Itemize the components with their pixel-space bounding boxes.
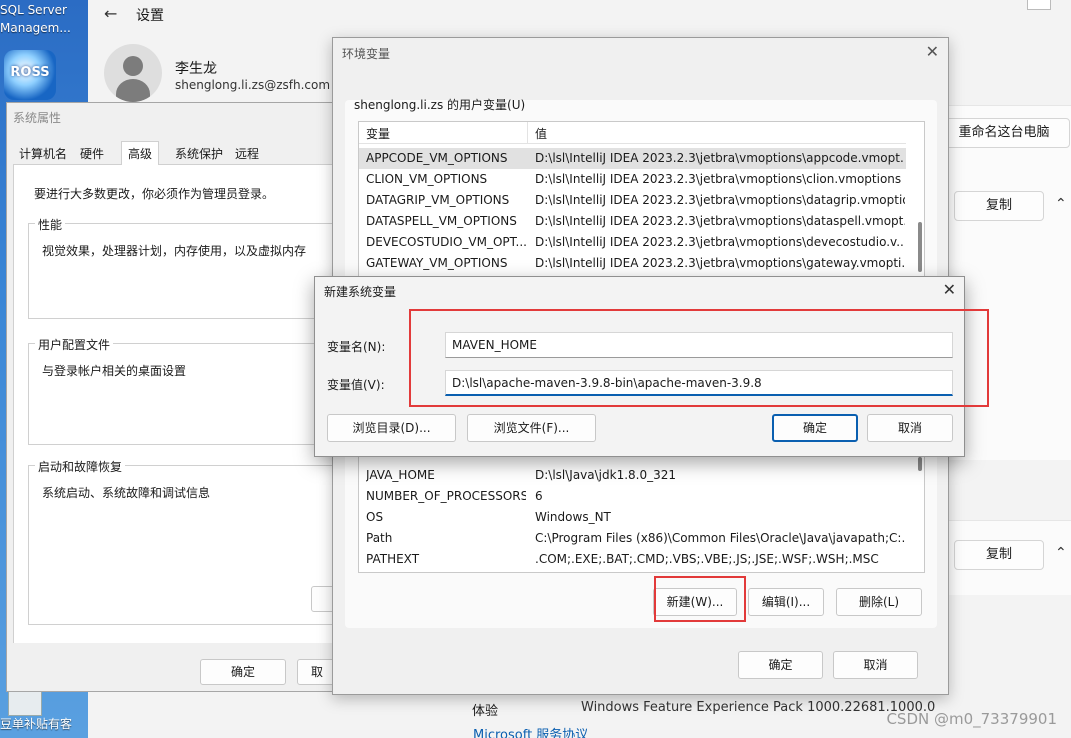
var-value: D:\lsl\Java\jdk1.8.0_321 <box>535 468 677 482</box>
ok-button[interactable]: 确定 <box>738 651 823 679</box>
var-value: D:\lsl\IntelliJ IDEA 2023.2.3\jetbra\vmo… <box>535 151 905 165</box>
group-description: 系统启动、系统故障和调试信息 <box>42 486 211 500</box>
dialog-title: 新建系统变量 <box>324 285 397 299</box>
tab-system-protection[interactable]: 系统保护 <box>175 145 223 162</box>
tab-bar: 计算机名 硬件 高级 系统保护 远程 <box>13 141 333 166</box>
user-variables-label: shenglong.li.zs 的用户变量(U) <box>354 98 526 112</box>
experience-value: Windows Feature Experience Pack 1000.226… <box>581 700 936 715</box>
var-name: Path <box>366 531 393 545</box>
user-name: 李生龙 <box>175 61 217 77</box>
group-description: 视觉效果，处理器计划，内存使用，以及虚拟内存 <box>42 244 307 258</box>
list-header: 变量 值 <box>359 122 906 144</box>
var-name: APPCODE_VM_OPTIONS <box>366 151 508 165</box>
list-item[interactable]: OS Windows_NT <box>359 507 906 528</box>
back-arrow-icon[interactable]: ← <box>104 4 117 23</box>
watermark: CSDN @m0_73379901 <box>886 710 1057 728</box>
var-name: PATHEXT <box>366 552 420 566</box>
list-item[interactable]: DATAGRIP_VM_OPTIONS D:\lsl\IntelliJ IDEA… <box>359 190 906 211</box>
ok-button[interactable]: 确定 <box>200 659 286 685</box>
var-name: DATASPELL_VM_OPTIONS <box>366 214 517 228</box>
group-title: 启动和故障恢复 <box>35 458 126 475</box>
var-value: D:\lsl\IntelliJ IDEA 2023.2.3\jetbra\vmo… <box>535 214 905 228</box>
chevron-up-icon[interactable]: ⌃ <box>1055 545 1067 561</box>
close-icon[interactable]: ✕ <box>926 42 939 61</box>
tab-remote[interactable]: 远程 <box>235 145 259 162</box>
ok-button[interactable]: 确定 <box>772 414 858 442</box>
column-header-value[interactable]: 值 <box>535 125 547 142</box>
close-icon[interactable]: ✕ <box>943 280 956 299</box>
list-item[interactable]: APPCODE_VM_OPTIONS D:\lsl\IntelliJ IDEA … <box>359 148 906 169</box>
var-value: D:\lsl\IntelliJ IDEA 2023.2.3\jetbra\vmo… <box>535 256 905 270</box>
admin-notice: 要进行大多数更改，你必须作为管理员登录。 <box>34 187 275 201</box>
list-item[interactable]: Path C:\Program Files (x86)\Common Files… <box>359 528 906 549</box>
desktop-icon-label: 豆单补贴有客 <box>0 717 73 731</box>
cancel-button[interactable]: 取消 <box>833 651 918 679</box>
rename-pc-button[interactable]: 重命名这台电脑 <box>938 118 1070 148</box>
ross-app-icon[interactable]: ROSS <box>4 50 56 100</box>
group-description: 与登录帐户相关的桌面设置 <box>42 364 187 378</box>
var-name: OS <box>366 510 384 524</box>
system-properties-window: 系统属性 计算机名 硬件 高级 系统保护 远程 要进行大多数更改，你必须作为管理… <box>6 102 351 692</box>
var-name: JAVA_HOME <box>366 468 435 482</box>
experience-label: 体验 <box>472 704 499 719</box>
list-item[interactable]: NUMBER_OF_PROCESSORS 6 <box>359 486 906 507</box>
user-email: shenglong.li.zs@zsfh.com <box>175 78 331 92</box>
system-variables-list[interactable]: JAVA_HOME D:\lsl\Java\jdk1.8.0_321 NUMBE… <box>358 452 925 573</box>
var-value: Windows_NT <box>535 510 611 524</box>
window-title: 系统属性 <box>13 111 62 125</box>
startup-recovery-group: 启动和故障恢复 系统启动、系统故障和调试信息 <box>28 458 351 625</box>
desktop-file-icon[interactable] <box>8 690 42 716</box>
variable-value-label: 变量值(V): <box>327 378 385 392</box>
list-item[interactable]: DATASPELL_VM_OPTIONS D:\lsl\IntelliJ IDE… <box>359 211 906 232</box>
var-name: GATEWAY_VM_OPTIONS <box>366 256 508 270</box>
list-item[interactable]: DEVECOSTUDIO_VM_OPT... D:\lsl\IntelliJ I… <box>359 232 906 253</box>
desktop-icon-label: Managem... <box>0 21 71 35</box>
var-value: D:\lsl\IntelliJ IDEA 2023.2.3\jetbra\vmo… <box>535 172 902 186</box>
var-value: 6 <box>535 489 543 503</box>
tab-content: 要进行大多数更改，你必须作为管理员登录。 性能 视觉效果，处理器计划，内存使用，… <box>13 165 351 643</box>
scrollbar[interactable] <box>918 222 922 272</box>
list-item[interactable]: CLION_VM_OPTIONS D:\lsl\IntelliJ IDEA 20… <box>359 169 906 190</box>
var-name: DEVECOSTUDIO_VM_OPT... <box>366 235 526 249</box>
var-value: .COM;.EXE;.BAT;.CMD;.VBS;.VBE;.JS;.JSE;.… <box>535 552 879 566</box>
var-name: NUMBER_OF_PROCESSORS <box>366 489 526 503</box>
performance-group: 性能 视觉效果，处理器计划，内存使用，以及虚拟内存 <box>28 216 348 319</box>
browse-directory-button[interactable]: 浏览目录(D)... <box>327 414 456 442</box>
tab-computer-name[interactable]: 计算机名 <box>19 145 67 162</box>
avatar <box>104 44 162 102</box>
cancel-button[interactable]: 取 <box>297 659 337 685</box>
tab-hardware[interactable]: 硬件 <box>80 145 104 162</box>
window-control[interactable] <box>1027 0 1051 10</box>
var-value: D:\lsl\IntelliJ IDEA 2023.2.3\jetbra\vmo… <box>535 193 905 207</box>
new-system-variable-dialog: 新建系统变量 ✕ 变量名(N): 变量值(V): 浏览目录(D)... 浏览文件… <box>314 276 989 457</box>
delete-variable-button[interactable]: 删除(L) <box>836 588 922 616</box>
tab-advanced[interactable]: 高级 <box>121 141 160 166</box>
list-item[interactable]: PATHEXT .COM;.EXE;.BAT;.CMD;.VBS;.VBE;.J… <box>359 549 906 570</box>
browse-file-button[interactable]: 浏览文件(F)... <box>467 414 596 442</box>
annotation-highlight <box>654 576 746 622</box>
edit-variable-button[interactable]: 编辑(I)... <box>748 588 824 616</box>
copy-button[interactable]: 复制 <box>954 540 1044 570</box>
desktop-icon-label: SQL Server <box>0 3 67 17</box>
var-name: DATAGRIP_VM_OPTIONS <box>366 193 510 207</box>
scrollbar[interactable] <box>918 457 922 471</box>
var-name: CLION_VM_OPTIONS <box>366 172 488 186</box>
column-header-name[interactable]: 变量 <box>366 125 390 142</box>
var-value: C:\Program Files (x86)\Common Files\Orac… <box>535 531 905 545</box>
group-title: 用户配置文件 <box>35 336 114 353</box>
list-item[interactable]: JAVA_HOME D:\lsl\Java\jdk1.8.0_321 <box>359 465 906 486</box>
settings-title: 设置 <box>136 8 164 24</box>
window-title: 环境变量 <box>342 47 391 61</box>
variable-name-label: 变量名(N): <box>327 340 386 354</box>
service-agreement-link[interactable]: Microsoft 服务协议 <box>473 724 588 738</box>
list-item[interactable]: GATEWAY_VM_OPTIONS D:\lsl\IntelliJ IDEA … <box>359 253 906 274</box>
copy-button[interactable]: 复制 <box>954 191 1044 221</box>
chevron-up-icon[interactable]: ⌃ <box>1055 196 1067 212</box>
cancel-button[interactable]: 取消 <box>867 414 953 442</box>
annotation-highlight <box>409 309 989 407</box>
user-profiles-group: 用户配置文件 与登录帐户相关的桌面设置 <box>28 336 348 445</box>
group-title: 性能 <box>35 216 66 233</box>
var-value: D:\lsl\IntelliJ IDEA 2023.2.3\jetbra\vmo… <box>535 235 905 249</box>
user-variables-list[interactable]: 变量 值 APPCODE_VM_OPTIONS D:\lsl\IntelliJ … <box>358 121 925 277</box>
